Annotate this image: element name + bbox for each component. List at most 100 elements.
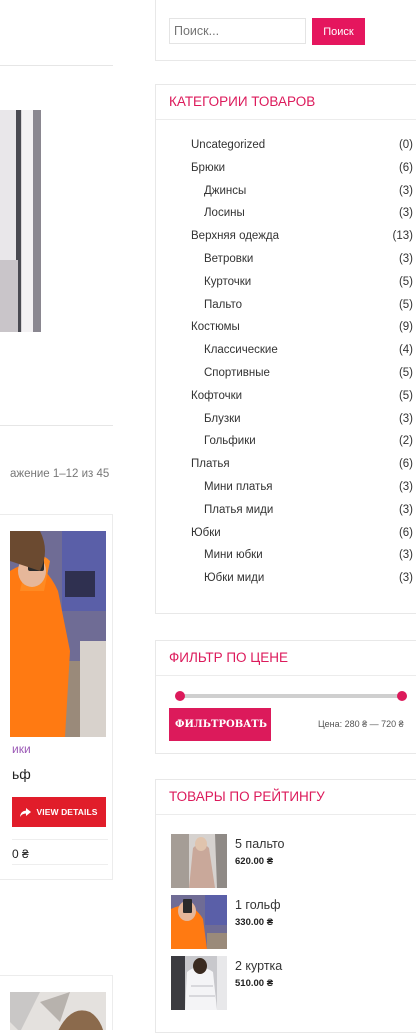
product-photo[interactable] <box>0 110 41 332</box>
search-input[interactable] <box>169 18 306 44</box>
category-count: (13) <box>392 230 413 243</box>
category-count: (5) <box>398 366 413 379</box>
category-count: (6) <box>398 526 413 539</box>
category-count: (3) <box>398 549 413 562</box>
category-link[interactable]: Гольфики <box>204 435 256 447</box>
category-link[interactable]: Спортивные <box>204 367 270 379</box>
product-price: 620.00 ₴ <box>235 856 274 867</box>
category-item[interactable]: Кофточки (5) <box>156 387 416 410</box>
product-thumbnail[interactable] <box>171 895 227 949</box>
price-slider-track <box>175 694 407 698</box>
category-count: (3) <box>398 207 413 220</box>
filter-button[interactable]: ФИЛЬТРОВАТЬ <box>169 708 271 741</box>
category-count: (5) <box>398 275 413 288</box>
divider <box>0 425 113 426</box>
category-link[interactable]: Мини юбки <box>204 549 263 561</box>
price-filter-widget: ФИЛЬТР ПО ЦЕНЕ ФИЛЬТРОВАТЬ Цена: 280 ₴ —… <box>155 640 416 754</box>
category-item[interactable]: Платья миди (3) <box>156 501 416 524</box>
top-rated-widget: ТОВАРЫ ПО РЕЙТИНГУ 5 пальто 620.00 ₴ 1 г… <box>155 779 416 1033</box>
category-item[interactable]: Блузки (3) <box>156 410 416 433</box>
category-count: (4) <box>398 344 413 357</box>
product-thumbnail[interactable] <box>171 834 227 888</box>
category-link[interactable]: Джинсы <box>204 185 246 197</box>
category-item[interactable]: Ветровки (3) <box>156 250 416 273</box>
top-rated-title: ТОВАРЫ ПО РЕЙТИНГУ <box>156 780 416 815</box>
search-widget: Поиск <box>155 0 416 61</box>
category-link[interactable]: Верхняя одежда <box>191 230 279 242</box>
product-thumbnail[interactable] <box>171 956 227 1010</box>
product-category-link[interactable]: ики <box>12 742 31 756</box>
product-card[interactable]: ики ьф VIEW DETAILS 0 ₴ <box>0 514 113 880</box>
category-link[interactable]: Uncategorized <box>191 139 265 151</box>
product-price: 0 ₴ <box>12 847 29 861</box>
product-name[interactable]: 1 гольф <box>235 898 280 912</box>
category-link[interactable]: Брюки <box>191 162 225 174</box>
product-price: 330.00 ₴ <box>235 917 274 928</box>
category-link[interactable]: Пальто <box>204 299 242 311</box>
share-arrow-icon <box>20 807 32 817</box>
category-item[interactable]: Юбки миди (3) <box>156 569 416 592</box>
divider <box>0 65 113 66</box>
category-item[interactable]: Классические (4) <box>156 341 416 364</box>
top-rated-item[interactable]: 5 пальто 620.00 ₴ <box>171 834 411 888</box>
category-item[interactable]: Пальто (5) <box>156 296 416 319</box>
category-link[interactable]: Платья <box>191 458 230 470</box>
category-item[interactable]: Верхняя одежда (13) <box>156 227 416 250</box>
divider <box>12 864 108 865</box>
category-link[interactable]: Платья миди <box>204 504 273 516</box>
category-count: (3) <box>398 184 413 197</box>
top-rated-item[interactable]: 1 гольф 330.00 ₴ <box>171 895 411 949</box>
top-rated-item[interactable]: 2 куртка 510.00 ₴ <box>171 956 411 1010</box>
category-count: (6) <box>398 161 413 174</box>
price-slider-max-handle[interactable] <box>397 691 407 701</box>
view-details-button[interactable]: VIEW DETAILS <box>12 797 106 827</box>
category-list: Uncategorized (0) Брюки (6) Джинсы (3) Лосины (… <box>156 136 416 592</box>
price-filter-title: ФИЛЬТР ПО ЦЕНЕ <box>156 641 416 676</box>
category-item[interactable]: Мини платья (3) <box>156 478 416 501</box>
product-card[interactable] <box>0 975 113 1030</box>
category-count: (0) <box>398 139 413 151</box>
category-link[interactable]: Юбки миди <box>204 572 264 584</box>
price-slider[interactable] <box>175 691 407 701</box>
search-button[interactable]: Поиск <box>312 18 365 45</box>
categories-widget: КАТЕГОРИИ ТОВАРОВ Uncategorized (0) Брюки (… <box>155 84 416 614</box>
category-link[interactable]: Ветровки <box>204 253 253 265</box>
product-image[interactable] <box>10 531 106 737</box>
category-count: (2) <box>398 435 413 448</box>
category-count: (5) <box>398 389 413 402</box>
categories-title: КАТЕГОРИИ ТОВАРОВ <box>156 85 416 120</box>
category-item[interactable]: Брюки (6) <box>156 159 416 182</box>
product-name[interactable]: 5 пальто <box>235 837 285 851</box>
category-item[interactable]: Спортивные (5) <box>156 364 416 387</box>
product-name[interactable]: ьф <box>12 766 31 782</box>
category-link[interactable]: Блузки <box>204 413 241 425</box>
category-item[interactable]: Курточки (5) <box>156 273 416 296</box>
product-image[interactable] <box>10 992 106 1030</box>
divider <box>12 839 108 840</box>
category-item[interactable]: Костюмы (9) <box>156 318 416 341</box>
category-item[interactable]: Джинсы (3) <box>156 182 416 205</box>
category-item[interactable]: Юбки (6) <box>156 524 416 547</box>
category-link[interactable]: Кофточки <box>191 390 242 402</box>
category-link[interactable]: Лосины <box>204 207 245 219</box>
category-count: (3) <box>398 412 413 425</box>
price-range-label: Цена: 280 ₴ — 720 ₴ <box>318 719 404 729</box>
category-item[interactable]: Платья (6) <box>156 455 416 478</box>
category-count: (3) <box>398 503 413 516</box>
result-count: ажение 1–12 из 45 <box>10 468 110 480</box>
product-name[interactable]: 2 куртка <box>235 959 282 973</box>
category-link[interactable]: Курточки <box>204 276 251 288</box>
category-link[interactable]: Костюмы <box>191 321 240 333</box>
category-item[interactable]: Гольфики (2) <box>156 432 416 455</box>
category-item[interactable]: Uncategorized (0) <box>156 136 416 159</box>
category-count: (6) <box>398 458 413 471</box>
price-slider-min-handle[interactable] <box>175 691 185 701</box>
product-price: 510.00 ₴ <box>235 978 274 989</box>
category-link[interactable]: Мини платья <box>204 481 273 493</box>
category-item[interactable]: Лосины (3) <box>156 204 416 227</box>
category-count: (3) <box>398 252 413 265</box>
category-count: (5) <box>398 298 413 311</box>
category-link[interactable]: Юбки <box>191 527 221 539</box>
category-link[interactable]: Классические <box>204 344 278 356</box>
category-item[interactable]: Мини юбки (3) <box>156 546 416 569</box>
